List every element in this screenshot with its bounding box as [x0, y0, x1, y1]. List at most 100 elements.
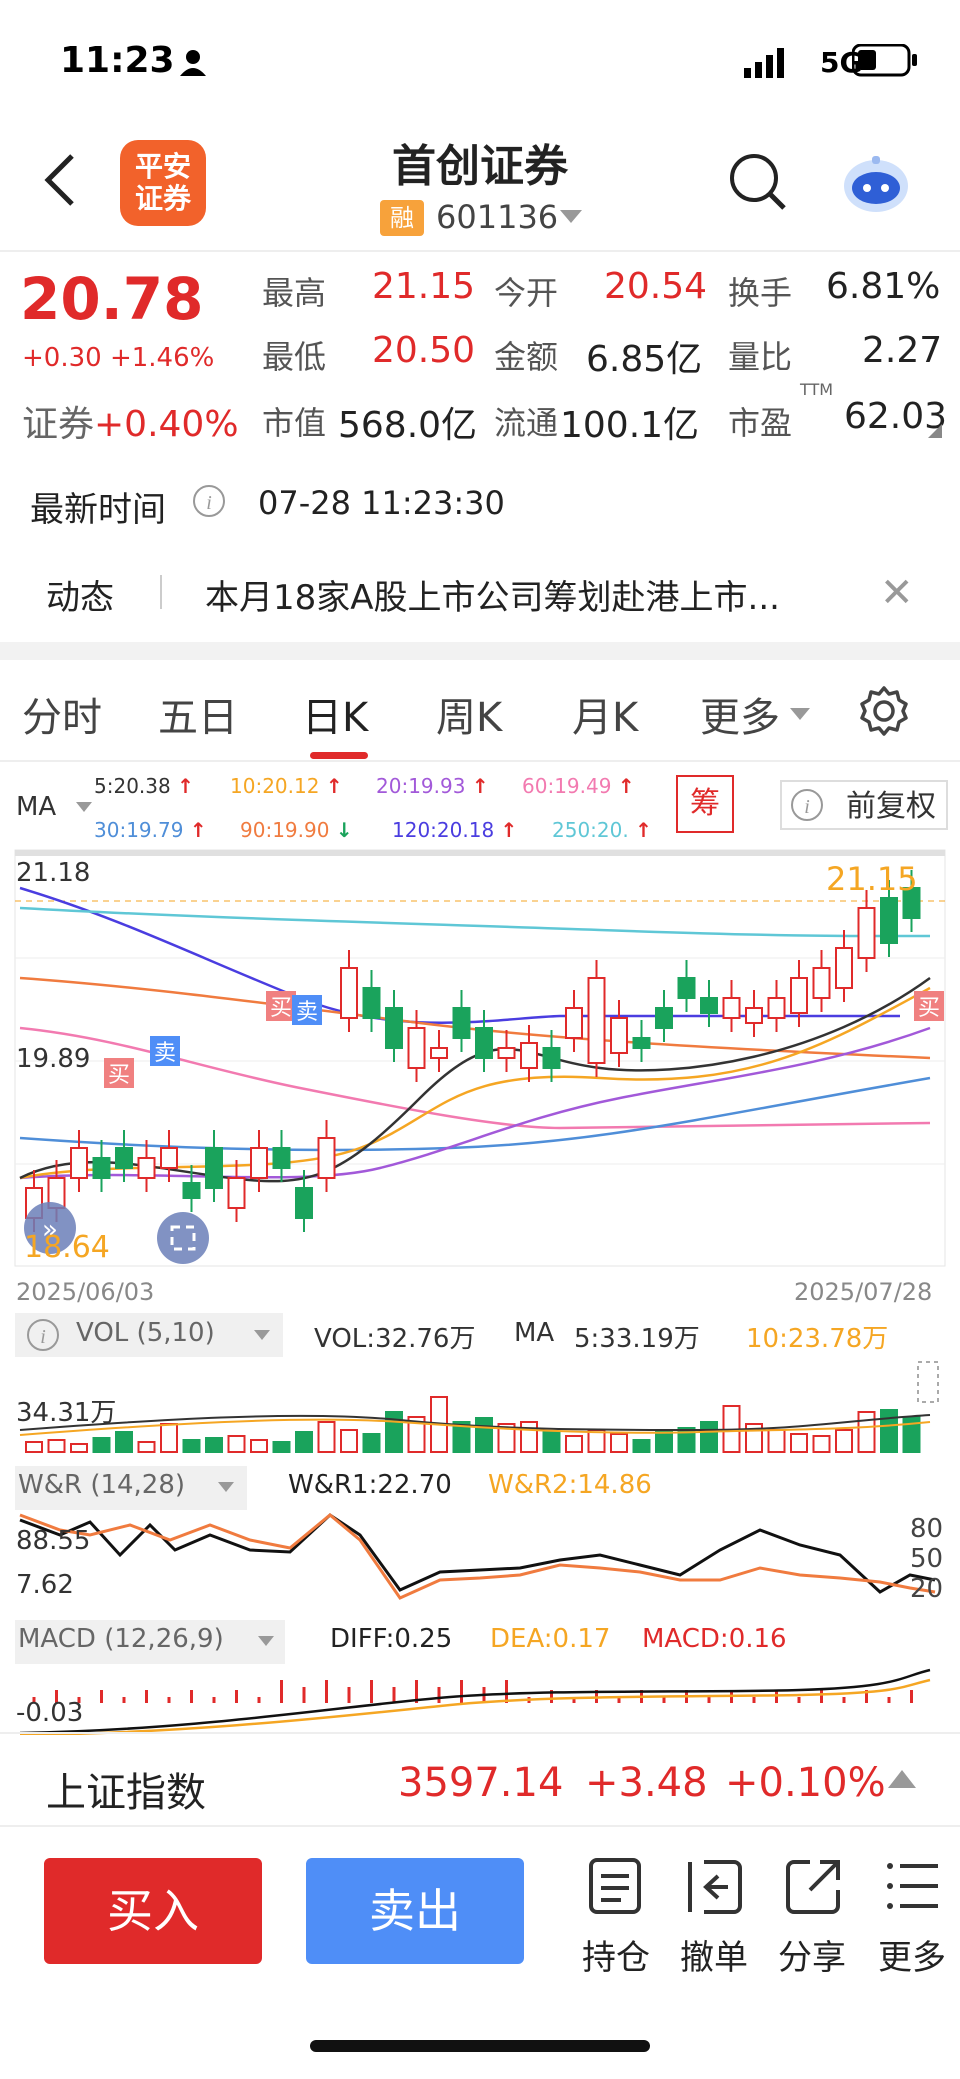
- search-icon[interactable]: [728, 152, 788, 212]
- chip-distribution-button[interactable]: 筹: [676, 775, 734, 833]
- share-icon[interactable]: [784, 1856, 844, 1916]
- candle: [812, 967, 831, 999]
- ma-dropdown-icon[interactable]: [76, 802, 92, 812]
- high-label: 最高: [262, 274, 327, 312]
- volume-bar: [205, 1437, 223, 1453]
- ma-indicator-label[interactable]: MA: [16, 792, 56, 822]
- candle: [317, 1137, 336, 1179]
- active-tab-indicator: [310, 752, 368, 759]
- gear-icon[interactable]: [858, 685, 910, 737]
- tab-weekly-k[interactable]: 周K: [436, 685, 502, 743]
- close-icon[interactable]: ✕: [880, 570, 914, 616]
- candle: [835, 947, 853, 989]
- tab-daily-k[interactable]: 日K: [302, 685, 368, 743]
- expand-corner-icon[interactable]: [928, 424, 942, 438]
- index-change: +3.48: [585, 1760, 708, 1806]
- home-indicator[interactable]: [310, 2040, 650, 2052]
- latest-time-value: 07-28 11:23:30: [258, 484, 505, 522]
- holdings-icon[interactable]: [585, 1856, 645, 1916]
- macd-chart[interactable]: [0, 1665, 960, 1735]
- info-icon[interactable]: i: [192, 484, 226, 518]
- period-low-marker: 18.64: [24, 1230, 110, 1265]
- ttm-label: TTM: [800, 380, 834, 399]
- candle: [767, 997, 786, 1019]
- volume-chart[interactable]: [0, 1360, 960, 1460]
- share-label[interactable]: 分享: [778, 1930, 846, 1979]
- end-date: 2025/07/28: [794, 1278, 933, 1306]
- kline-chart[interactable]: 买 卖 买 卖 买 »: [0, 848, 960, 1268]
- news-label: 动态: [46, 578, 114, 618]
- margin-badge: 融: [380, 200, 424, 236]
- wr-chart[interactable]: [0, 1510, 960, 1610]
- tab-five-day[interactable]: 五日: [158, 685, 238, 743]
- sector-value: +0.40%: [94, 404, 239, 445]
- volume-bar: [47, 1439, 66, 1453]
- volume-bar: [475, 1417, 493, 1453]
- back-icon[interactable]: [40, 150, 80, 210]
- info-icon[interactable]: i: [26, 1318, 60, 1352]
- tab-monthly-k[interactable]: 月K: [572, 685, 638, 743]
- vol-ma5: 5:33.19万: [574, 1324, 700, 1354]
- volume-bar: [182, 1439, 201, 1453]
- amount-label: 金额: [494, 338, 559, 376]
- open-label: 今开: [494, 274, 559, 312]
- news-headline[interactable]: 本月18家A股上市公司筹划赴港上市...: [205, 570, 780, 619]
- candle: [272, 1147, 291, 1169]
- assistant-robot-icon[interactable]: [840, 152, 912, 216]
- candle: [430, 1047, 448, 1059]
- buy-marker: 买: [270, 996, 292, 1021]
- ma-value: 10:20.12 ↑: [230, 774, 343, 798]
- buy-button[interactable]: 买入: [44, 1858, 262, 1964]
- candle: [722, 997, 741, 1019]
- price-axis-high: 21.18: [16, 858, 91, 888]
- stock-code[interactable]: 601136: [436, 198, 558, 236]
- fullscreen-icon[interactable]: [157, 1212, 209, 1264]
- high-value: 21.15: [372, 266, 476, 307]
- volume-bar: [610, 1433, 628, 1453]
- tab-more[interactable]: 更多: [700, 685, 780, 743]
- ma-value: 250:20. ↑: [552, 818, 652, 842]
- candle: [745, 1007, 763, 1024]
- index-name[interactable]: 上证指数: [46, 1760, 206, 1818]
- candle: [520, 1042, 538, 1069]
- vol-ma-label: MA: [514, 1318, 555, 1348]
- wr-dropdown-icon[interactable]: [218, 1482, 234, 1492]
- volume-bar: [565, 1435, 583, 1453]
- candle: [205, 1147, 223, 1189]
- macd-dropdown-icon[interactable]: [258, 1636, 274, 1646]
- volume-bar: [137, 1441, 156, 1453]
- vol-indicator-label: VOL (5,10): [76, 1318, 215, 1348]
- macd-dea: DEA:0.17: [490, 1624, 611, 1654]
- section-gap: [0, 642, 960, 660]
- candle: [587, 977, 606, 1064]
- cancel-order-label[interactable]: 撤单: [680, 1930, 748, 1979]
- candle: [790, 977, 808, 1014]
- candle: [407, 1027, 426, 1069]
- logo-line1: 平安: [134, 150, 191, 183]
- more-label[interactable]: 更多: [878, 1930, 946, 1979]
- macd-indicator-label: MACD (12,26,9): [18, 1624, 224, 1654]
- volume-ratio-value: 2.27: [862, 330, 943, 371]
- code-dropdown-icon[interactable]: [560, 210, 582, 223]
- cancel-order-icon[interactable]: [684, 1856, 744, 1916]
- more-menu-icon[interactable]: [882, 1856, 942, 1916]
- candle: [700, 997, 718, 1014]
- sell-button[interactable]: 卖出: [306, 1858, 524, 1964]
- volume-bar: [857, 1411, 876, 1453]
- expand-up-icon[interactable]: [888, 1770, 916, 1788]
- volume-bar: [160, 1423, 178, 1453]
- vol-dropdown-icon[interactable]: [254, 1330, 270, 1340]
- volume-ratio-label: 量比: [728, 338, 793, 376]
- volume-bar: [295, 1431, 313, 1453]
- candle: [610, 1017, 628, 1054]
- holdings-label[interactable]: 持仓: [582, 1930, 650, 1979]
- candle: [160, 1147, 178, 1169]
- buy-sell-markers: 买 卖 买 卖 买: [104, 991, 944, 1088]
- turnover-label: 换手: [728, 274, 793, 312]
- more-dropdown-icon[interactable]: [790, 708, 810, 720]
- tab-intraday[interactable]: 分时: [22, 685, 102, 743]
- volume-bar: [812, 1435, 831, 1453]
- sector-change[interactable]: 证券+0.40%: [22, 395, 239, 447]
- volume-bar: [115, 1431, 133, 1453]
- wr-axis-high: 88.55: [16, 1526, 91, 1556]
